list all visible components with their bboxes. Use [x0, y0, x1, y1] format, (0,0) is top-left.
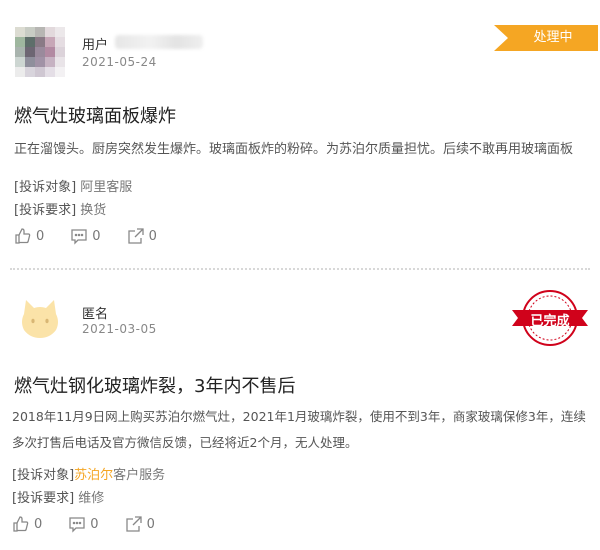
- like-count: 0: [34, 516, 43, 532]
- share-button[interactable]: 0: [127, 227, 157, 245]
- complaint-date: 2021-03-05: [82, 322, 157, 336]
- target-label: [投诉对象]: [12, 468, 75, 483]
- target-value: 阿里客服: [80, 180, 133, 195]
- target-value: 客户服务: [113, 468, 166, 483]
- comment-button[interactable]: 0: [70, 227, 101, 245]
- comment-count: 0: [92, 228, 101, 244]
- share-count: 0: [148, 228, 157, 244]
- demand-label: [投诉要求]: [14, 203, 77, 218]
- complaint-content: 正在溜馒头。厨房突然发生爆炸。玻璃面板炸的粉碎。为苏泊尔质量担忧。后续不敢再用玻…: [14, 142, 574, 157]
- like-button[interactable]: 0: [12, 515, 42, 533]
- content-line: 2018年11月9日网上购买苏泊尔燃气灶，2021年1月玻璃炸裂，使用不到3年，…: [12, 409, 586, 424]
- share-icon: [127, 228, 144, 244]
- card-divider: [10, 268, 590, 270]
- share-count: 0: [146, 516, 155, 532]
- demand-value: 换货: [80, 203, 107, 218]
- completed-stamp-label: 已完成: [530, 314, 570, 329]
- complaint-demand: [投诉要求] 换货: [14, 199, 106, 218]
- complaint-date: 2021-05-24: [82, 55, 157, 69]
- demand-value: 维修: [78, 491, 105, 506]
- complaint-title[interactable]: 燃气灶玻璃面板爆炸: [14, 102, 176, 128]
- complaint-demand: [投诉要求] 维修: [12, 487, 104, 506]
- complaint-target: [投诉对象]苏泊尔客户服务: [12, 464, 165, 483]
- action-bar: 0 0 0: [14, 227, 183, 245]
- comment-icon: [69, 517, 85, 533]
- complaint-target: [投诉对象] 阿里客服: [14, 176, 132, 195]
- share-icon: [125, 516, 142, 532]
- share-button[interactable]: 0: [125, 515, 155, 533]
- anonymous-cat-avatar-icon[interactable]: [18, 296, 62, 340]
- action-bar: 0 0 0: [12, 515, 181, 533]
- user-avatar-pixelated[interactable]: [10, 22, 70, 82]
- thumbs-up-icon: [15, 228, 31, 244]
- target-brand-link[interactable]: 苏泊尔: [74, 468, 113, 483]
- comment-button[interactable]: 0: [68, 515, 99, 533]
- complaint-content: 2018年11月9日网上购买苏泊尔燃气灶，2021年1月玻璃炸裂，使用不到3年，…: [12, 404, 587, 456]
- content-line: 多次打售后电话及官方微信反馈，已经将近2个月，无人处理。: [12, 435, 358, 450]
- user-name: 匿名: [82, 307, 109, 322]
- like-button[interactable]: 0: [14, 227, 44, 245]
- blurred-username: [115, 35, 203, 49]
- thumbs-up-icon: [13, 516, 29, 532]
- demand-label: [投诉要求]: [12, 491, 75, 506]
- like-count: 0: [36, 228, 45, 244]
- complaint-title[interactable]: 燃气灶钢化玻璃炸裂，3年内不售后: [14, 372, 295, 398]
- comment-icon: [71, 229, 87, 245]
- status-badge-processing: 处理中: [494, 25, 598, 51]
- comment-count: 0: [90, 516, 99, 532]
- target-label: [投诉对象]: [14, 180, 77, 195]
- user-name: 用户: [82, 38, 109, 53]
